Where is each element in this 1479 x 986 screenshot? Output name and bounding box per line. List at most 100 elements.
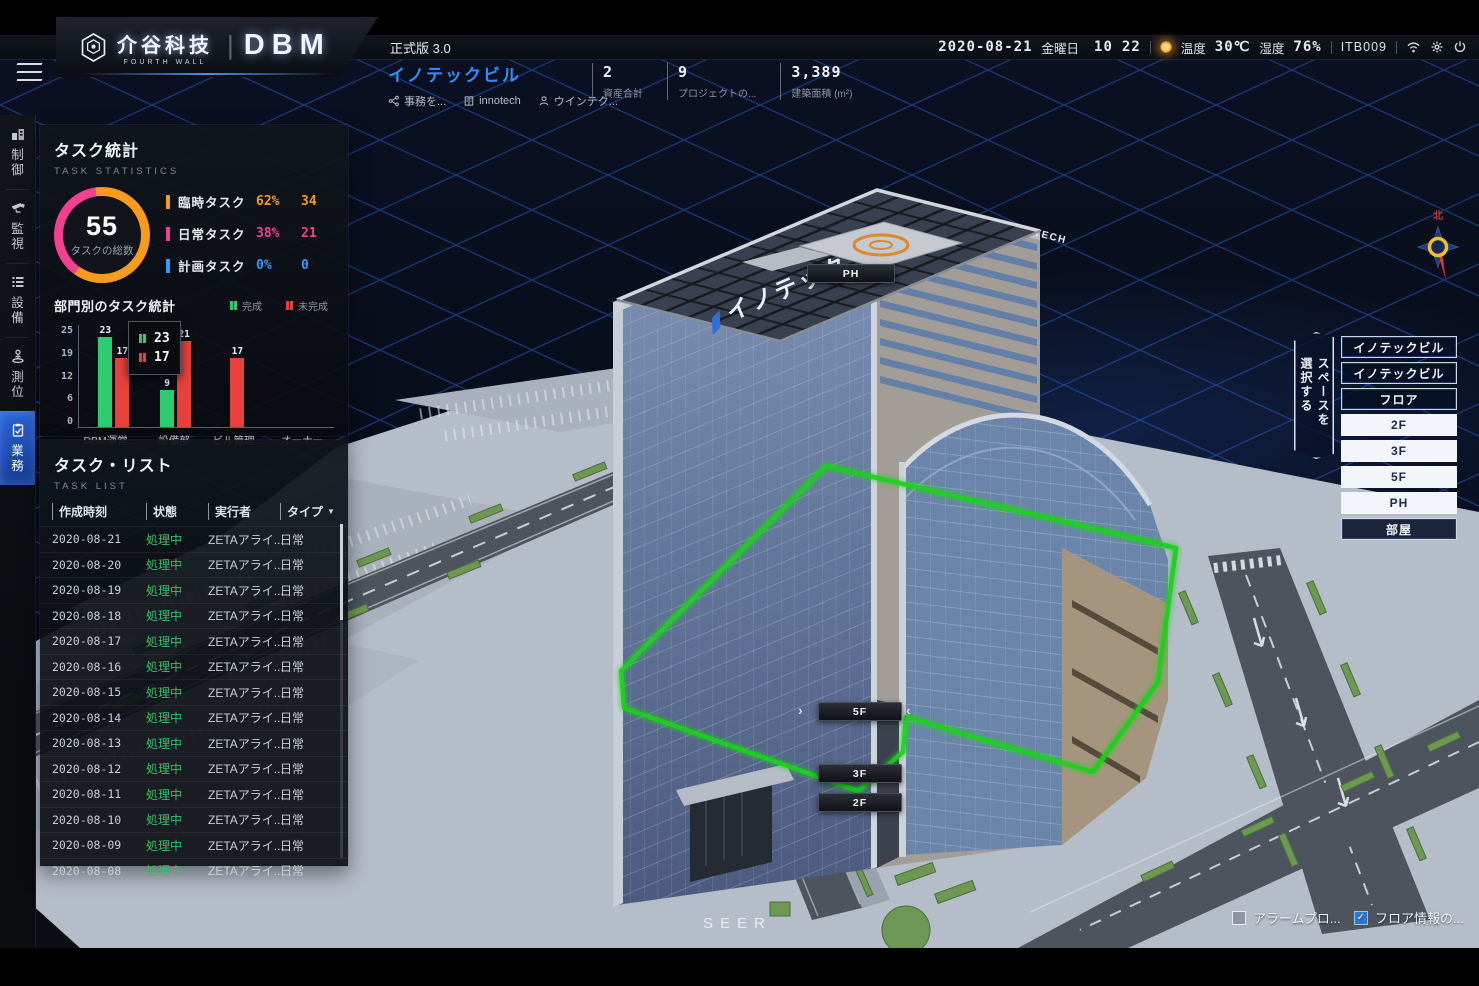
org-icon — [388, 95, 400, 107]
status-cluster: 2020-08-21 金曜日 10 22 温度 30℃ 湿度 76% ITB00… — [938, 35, 1467, 59]
space-button-7[interactable]: 部屋 — [1341, 518, 1457, 540]
task-list-rows: 2020-08-21処理中ZETAアライ...日常2020-08-20処理中ZE… — [40, 526, 348, 883]
table-row[interactable]: 2020-08-08処理中ZETAアライ...日常 — [40, 858, 348, 884]
building-link[interactable]: innotech — [463, 93, 521, 109]
sidebar-item-monitor[interactable]: 監視 — [0, 189, 35, 263]
floor-pin-2f[interactable]: 2F — [818, 793, 902, 812]
dept-chart-title: 部門別のタスク統計 — [54, 296, 176, 315]
sidebar-item-equipment[interactable]: 設備 — [0, 263, 35, 337]
space-button-2[interactable]: フロア — [1341, 388, 1457, 410]
person-pin-icon — [10, 348, 26, 364]
floor-pin-ph[interactable]: PH — [807, 264, 895, 283]
table-row[interactable]: 2020-08-18処理中ZETAアライ...日常 — [40, 603, 348, 629]
toggle-alarm[interactable]: アラームプロ... — [1232, 908, 1341, 927]
annex-building — [899, 415, 1168, 857]
cell-type: 日常 — [280, 633, 338, 650]
table-row[interactable]: 2020-08-09処理中ZETAアライ...日常 — [40, 832, 348, 858]
bar: 17 — [230, 325, 244, 427]
toggle-floor-info-label: フロア情報の... — [1375, 908, 1464, 927]
table-row[interactable]: 2020-08-16処理中ZETAアライ...日常 — [40, 654, 348, 680]
table-row[interactable]: 2020-08-14処理中ZETAアライ...日常 — [40, 705, 348, 731]
table-row[interactable]: 2020-08-11処理中ZETAアライ...日常 — [40, 781, 348, 807]
toggle-floor-info[interactable]: ✓ フロア情報の... — [1354, 908, 1464, 927]
table-row[interactable]: 2020-08-13処理中ZETAアライ...日常 — [40, 730, 348, 756]
task-statistics-panel: タスク統計 TASK STATISTICS 55 タスクの総数 臨時タスク62%… — [40, 125, 348, 436]
temp-value: 30℃ — [1215, 39, 1251, 55]
space-button-4[interactable]: 3F — [1341, 440, 1457, 462]
cell-status: 処理中 — [146, 709, 208, 726]
power-icon[interactable] — [1453, 40, 1467, 54]
divider — [1396, 41, 1397, 54]
rotate-left-arrow-icon[interactable]: › — [798, 703, 803, 717]
building-link-label: innotech — [479, 95, 521, 107]
space-button-1[interactable]: イノテックビル — [1341, 362, 1457, 384]
wifi-icon[interactable] — [1406, 40, 1421, 55]
building-stat: 9プロジェクトの... — [667, 63, 756, 100]
sidebar-item-business[interactable]: 業務 — [0, 411, 35, 485]
legend-percent: 38% — [256, 226, 301, 241]
bar-group: 17 — [207, 325, 269, 427]
building-link[interactable]: 事務を... — [388, 93, 446, 109]
sort-desc-icon[interactable]: ▼ — [327, 507, 335, 516]
cell-status: 処理中 — [146, 582, 208, 599]
cell-type: 日常 — [280, 760, 338, 777]
cell-executor: ZETAアライ... — [208, 862, 280, 879]
legend-count: 0 — [301, 258, 309, 273]
table-row[interactable]: 2020-08-10処理中ZETAアライ...日常 — [40, 807, 348, 833]
cell-date: 2020-08-12 — [52, 762, 146, 776]
gear-icon[interactable] — [1430, 40, 1444, 54]
table-row[interactable]: 2020-08-20処理中ZETAアライ...日常 — [40, 552, 348, 578]
cell-type: 日常 — [280, 837, 338, 854]
table-row[interactable]: 2020-08-12処理中ZETAアライ...日常 — [40, 756, 348, 782]
building-name[interactable]: イノテックビル — [388, 61, 618, 86]
cell-type: 日常 — [280, 862, 338, 879]
table-row[interactable]: 2020-08-15処理中ZETAアライ...日常 — [40, 679, 348, 705]
column-label: 状態 — [153, 503, 177, 520]
dept-bar-chart: 25191260 231792117 — [54, 325, 334, 428]
table-row[interactable]: 2020-08-21処理中ZETAアライ...日常 — [40, 526, 348, 552]
cell-type: 日常 — [280, 607, 338, 624]
rotate-right-arrow-icon[interactable]: ‹ — [906, 703, 911, 717]
humidity-value: 76% — [1293, 39, 1321, 55]
legend-chip-icon — [166, 259, 170, 273]
cell-executor: ZETAアライ... — [208, 760, 280, 777]
bar-value-label: 17 — [117, 346, 128, 357]
space-button-3[interactable]: 2F — [1341, 414, 1457, 436]
legend-label: 臨時タスク — [178, 192, 256, 211]
floor-pin-3f[interactable]: 3F — [818, 764, 902, 783]
cell-executor: ZETAアライ... — [208, 607, 280, 624]
menu-hamburger-icon[interactable] — [17, 63, 45, 81]
cell-status: 処理中 — [146, 658, 208, 675]
space-button-0[interactable]: イノテックビル — [1341, 336, 1457, 358]
sidebar-item-label: 制御 — [10, 148, 25, 178]
task-list-panel: タスク・リスト TASK LIST 作成時刻状態実行者タイプ▼ 2020-08-… — [40, 440, 348, 866]
floor-pin-5f[interactable]: 5F — [818, 702, 902, 721]
cell-executor: ZETAアライ... — [208, 582, 280, 599]
donut-legend-row: 臨時タスク62%34 — [166, 192, 334, 211]
space-selector-buttons: イノテックビルイノテックビルフロア 2F 3F 5F PH 部屋 — [1341, 336, 1457, 540]
table-row[interactable]: 2020-08-19処理中ZETAアライ...日常 — [40, 577, 348, 603]
donut-legend-row: 日常タスク38%21 — [166, 224, 334, 243]
sidebar-item-control[interactable]: 制御 — [0, 115, 35, 189]
cell-date: 2020-08-13 — [52, 736, 146, 750]
donut-legend-row: 計画タスク0%0 — [166, 256, 334, 275]
weather-sun-icon — [1160, 41, 1172, 53]
checkbox-floor-info[interactable]: ✓ — [1354, 911, 1368, 925]
table-row[interactable]: 2020-08-17処理中ZETAアライ...日常 — [40, 628, 348, 654]
checkbox-alarm[interactable] — [1232, 911, 1246, 925]
compass[interactable]: 北 — [1412, 203, 1464, 291]
cell-date: 2020-08-10 — [52, 813, 146, 827]
humidity-label: 湿度 — [1259, 38, 1284, 57]
task-list-scrollbar[interactable] — [340, 524, 343, 858]
cell-date: 2020-08-15 — [52, 685, 146, 699]
cell-executor: ZETAアライ... — [208, 556, 280, 573]
column-header-sortable[interactable]: タイプ▼ — [280, 503, 338, 520]
brand-hex-icon — [80, 32, 107, 63]
bar-rect — [230, 358, 244, 427]
space-button-6[interactable]: PH — [1341, 492, 1457, 514]
space-button-5[interactable]: 5F — [1341, 466, 1457, 488]
sidebar-item-positioning[interactable]: 測位 — [0, 337, 35, 411]
temp-label: 温度 — [1181, 38, 1206, 57]
cell-executor: ZETAアライ... — [208, 684, 280, 701]
cell-status: 処理中 — [146, 531, 208, 548]
